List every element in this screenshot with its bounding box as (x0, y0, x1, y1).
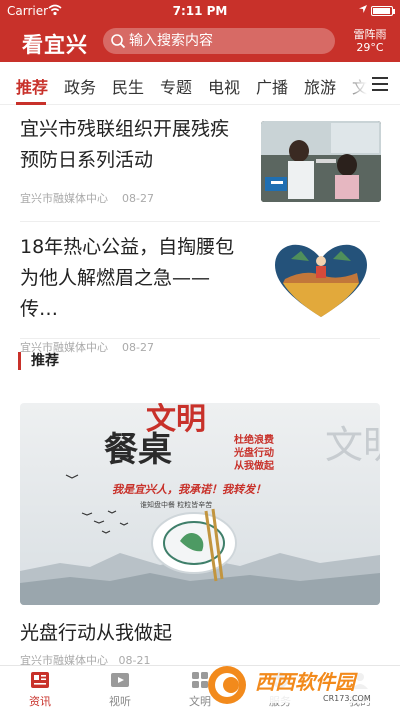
section-title: 推荐 (18, 352, 59, 370)
watermark-url: CR173.COM (323, 694, 371, 703)
heart-illustration (275, 244, 367, 317)
watermark-name: 西西软件园 (255, 670, 358, 694)
article-source: 宜兴市融媒体中心 (20, 192, 108, 205)
eye-exam-photo (261, 121, 381, 202)
list-divider (20, 338, 380, 339)
battery-icon (371, 6, 395, 16)
featured-banner[interactable]: 文明光盘 餐桌 文明 杜绝浪费 光盘行动 从我做起 我是宜兴人，我承诺！我转发！… (20, 403, 380, 605)
tab-recommend[interactable]: 推荐 (16, 74, 48, 98)
poster-bg-char: 文明光盘 (325, 423, 380, 467)
banner-title[interactable]: 光盘行动从我做起 (20, 618, 172, 645)
nav-news[interactable]: 资讯 (0, 666, 80, 711)
article-meta: 宜兴市融媒体中心 08-27 (20, 339, 380, 355)
tabs-fade (340, 62, 400, 104)
tab-radio[interactable]: 广播 (256, 74, 288, 98)
article-date: 08-27 (122, 341, 154, 354)
article-thumbnail-eye-exam[interactable] (261, 121, 381, 202)
search-input[interactable]: 输入搜索内容 (103, 28, 335, 54)
channel-menu-icon[interactable] (372, 77, 388, 91)
top-bar: Carrier 7:11 PM 看宜兴 输入搜索内容 雷阵雨 29°C (0, 0, 400, 62)
app-logo[interactable]: 看宜兴 (22, 29, 88, 59)
poster-side-line-3: 从我做起 (234, 459, 275, 472)
news-icon (31, 672, 49, 688)
tab-tv[interactable]: 电视 (208, 74, 240, 98)
poster-subline: 谁知盘中餐 粒粒皆辛苦 (140, 500, 212, 509)
tab-topics[interactable]: 专题 (160, 74, 192, 98)
watermark-logo: 西西软件园 CR173.COM (208, 666, 395, 704)
list-divider (20, 221, 380, 222)
article-title: 宜兴市残联组织开展残疾预防日系列活动 (20, 118, 230, 171)
article-date: 08-27 (122, 192, 154, 205)
nav-label: 资讯 (29, 695, 51, 708)
status-bar: Carrier 7:11 PM (0, 0, 400, 22)
article-title: 18年热心公益，自掏腰包为他人解燃眉之急—— 传… (20, 236, 235, 320)
article-thumbnail-heart[interactable] (261, 239, 381, 320)
active-tab-indicator (16, 102, 46, 105)
poster-headline-a: 文明 (146, 403, 206, 437)
tab-travel[interactable]: 旅游 (304, 74, 336, 98)
video-icon (111, 673, 129, 687)
nav-label: 视听 (109, 695, 131, 708)
tab-livelihood[interactable]: 民生 (112, 74, 144, 98)
poster-slogan: 我是宜兴人，我承诺！我转发！ (112, 483, 266, 496)
poster-side-line-2: 光盘行动 (233, 446, 274, 459)
poster-side-line-1: 杜绝浪费 (234, 433, 274, 446)
channel-tabs: 推荐 政务 民生 专题 电视 广播 旅游 文 (0, 62, 400, 105)
weather-widget[interactable]: 雷阵雨 29°C (340, 28, 400, 54)
weather-temperature: 29°C (356, 41, 384, 54)
banner-poster: 文明光盘 餐桌 文明 杜绝浪费 光盘行动 从我做起 我是宜兴人，我承诺！我转发！… (20, 403, 380, 605)
search-placeholder: 输入搜索内容 (129, 33, 213, 49)
search-icon (111, 34, 126, 49)
clock: 7:11 PM (172, 4, 228, 18)
nav-video[interactable]: 视听 (80, 666, 160, 711)
weather-condition: 雷阵雨 (353, 28, 387, 41)
location-arrow-icon (359, 5, 367, 13)
tab-government[interactable]: 政务 (64, 74, 96, 98)
